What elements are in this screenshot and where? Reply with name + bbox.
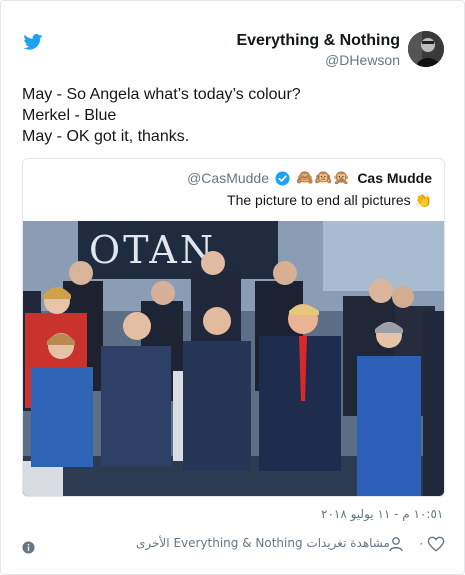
heart-icon[interactable] (427, 536, 445, 552)
quoted-tweet[interactable]: @CasMudde 🙈🙉🙊 Cas Mudde The picture to e… (22, 158, 445, 497)
author-block[interactable]: Everything & Nothing @DHewson (236, 31, 400, 69)
photo-sign-text: OTAN (89, 228, 216, 272)
quoted-text: The picture to end all pictures 👏 (227, 192, 432, 208)
avatar[interactable] (408, 31, 444, 67)
quoted-handle[interactable]: @CasMudde (187, 170, 269, 186)
quoted-photo[interactable]: OTAN (23, 221, 445, 497)
info-icon[interactable] (22, 541, 35, 554)
like-count: ٠ (418, 536, 425, 550)
tweet-line: May - So Angela what’s today’s colour? (22, 86, 301, 103)
person-blue-dress-right (357, 356, 421, 496)
verified-badge-icon (275, 170, 290, 186)
quoted-name[interactable]: Cas Mudde (357, 170, 432, 186)
tweet-text: May - So Angela what’s today’s colour? M… (22, 84, 301, 147)
author-name[interactable]: Everything & Nothing (236, 31, 400, 51)
tweet-timestamp[interactable]: ١٠:٥١ م - ١١ يوليو ٢٠١٨ (321, 507, 443, 521)
twitter-bird-icon[interactable] (23, 34, 43, 50)
tweet-card: Everything & Nothing @DHewson May - So A… (0, 0, 465, 575)
monkey-emoji-icons: 🙈🙉🙊 (296, 170, 352, 186)
tweet-line: Merkel - Blue (22, 107, 117, 124)
person-icon (389, 537, 403, 552)
view-other-tweets-link[interactable]: مشاهدة تغريدات Everything & Nothing الأخ… (136, 536, 390, 550)
person-blue-jacket-left (31, 367, 93, 467)
tweet-line: May - OK got it, thanks. (22, 128, 190, 145)
quoted-header[interactable]: @CasMudde 🙈🙉🙊 Cas Mudde (187, 170, 432, 186)
author-handle[interactable]: @DHewson (236, 51, 400, 69)
avatar-image (408, 31, 444, 67)
